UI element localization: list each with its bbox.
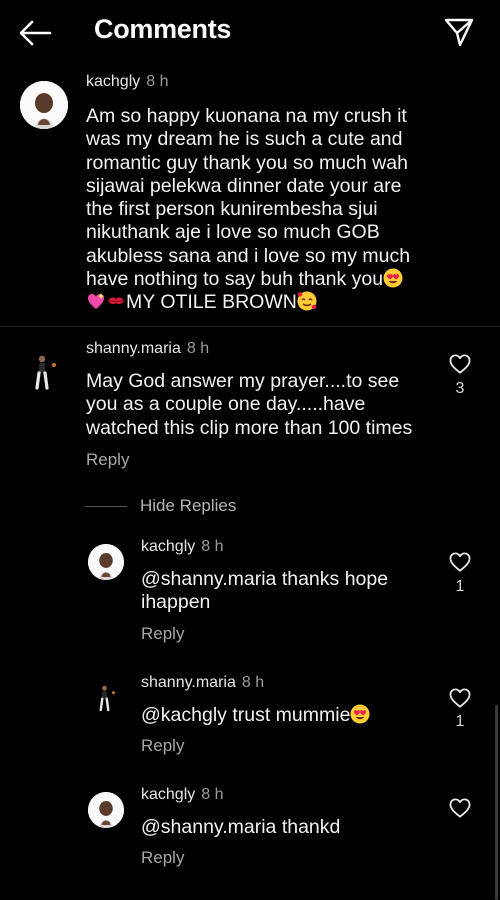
timestamp: 8 h	[201, 538, 224, 555]
send-icon[interactable]	[443, 16, 475, 48]
avatar[interactable]	[88, 680, 124, 716]
comment-text: May God answer my prayer....to see you a…	[86, 370, 413, 439]
username[interactable]: shanny.maria	[141, 674, 236, 691]
username[interactable]: kachgly	[86, 73, 140, 90]
reply-button[interactable]: Reply	[141, 736, 184, 756]
heart-eyes-emoji-icon	[383, 268, 403, 288]
header-bar: Comments	[0, 0, 500, 64]
like-count: 3	[455, 380, 465, 397]
page-title: Comments	[94, 14, 232, 44]
like-count: 1	[455, 713, 465, 730]
reply-button[interactable]: Reply	[86, 450, 129, 470]
smiling-face-with-hearts-icon	[297, 291, 317, 311]
timestamp: 8 h	[146, 73, 169, 90]
username[interactable]: kachgly	[141, 786, 195, 803]
hide-replies-button[interactable]: Hide Replies	[140, 496, 236, 516]
timestamp: 8 h	[186, 340, 210, 357]
comment-text: @shanny.maria thanks hope ihappen	[141, 568, 389, 614]
comment-text: @kachgly trust mummie	[141, 704, 431, 727]
heart-icon[interactable]	[449, 798, 471, 818]
username[interactable]: kachgly	[141, 538, 195, 555]
heart-icon[interactable]	[449, 354, 471, 374]
heart-icon[interactable]	[449, 552, 471, 572]
heart-eyes-emoji-icon	[350, 704, 370, 724]
reply-button[interactable]: Reply	[141, 624, 184, 644]
avatar[interactable]	[20, 348, 68, 396]
reply-button[interactable]: Reply	[141, 848, 184, 868]
timestamp: 8 h	[241, 674, 265, 691]
avatar[interactable]	[88, 792, 124, 828]
avatar[interactable]	[88, 544, 124, 580]
heart-icon[interactable]	[449, 688, 471, 708]
like-count: 1	[455, 578, 465, 595]
scrollbar[interactable]	[495, 705, 498, 900]
sparkling-heart-icon	[88, 293, 104, 310]
comment-text: @shanny.maria thankd	[141, 816, 341, 838]
back-arrow-icon[interactable]	[18, 18, 52, 48]
username[interactable]: shanny.maria	[86, 340, 181, 357]
avatar[interactable]	[20, 81, 68, 129]
kiss-mark-icon	[107, 297, 125, 305]
divider	[0, 326, 500, 327]
hide-replies-line	[85, 506, 127, 507]
comment-text: Am so happy kuonana na my crush it was m…	[86, 105, 411, 314]
timestamp: 8 h	[201, 786, 224, 803]
